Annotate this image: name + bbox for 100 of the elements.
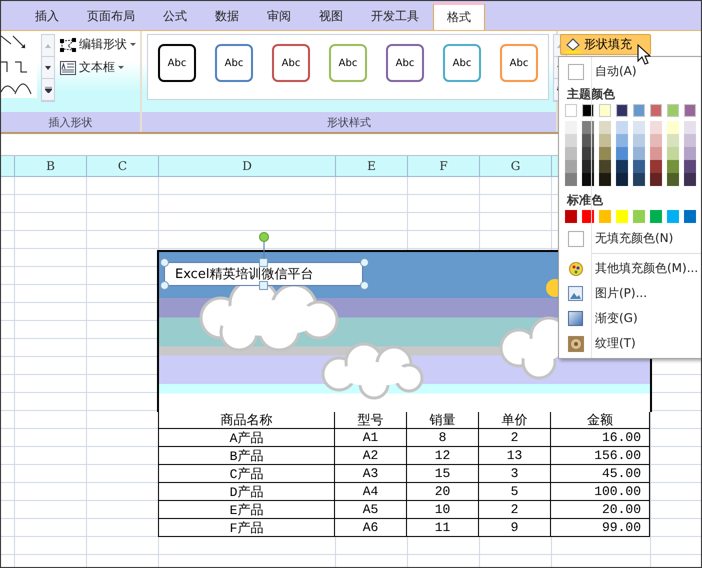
color-swatch[interactable] <box>582 134 594 147</box>
color-swatch[interactable] <box>684 210 696 223</box>
color-swatch[interactable] <box>633 121 645 134</box>
color-swatch[interactable] <box>582 160 594 173</box>
color-swatch[interactable] <box>616 210 628 223</box>
menu-item[interactable]: 自动(A) <box>559 59 701 84</box>
color-swatch[interactable] <box>633 147 645 160</box>
color-swatch[interactable] <box>565 134 577 147</box>
color-swatch[interactable] <box>565 104 577 117</box>
text-box-button[interactable]: 文本框 <box>59 57 137 78</box>
color-swatch[interactable] <box>565 147 577 160</box>
menu-item-label: 自动(A) <box>594 63 637 80</box>
color-swatch[interactable] <box>616 134 628 147</box>
color-swatch[interactable] <box>650 147 662 160</box>
column-header: C <box>87 156 159 177</box>
color-swatch[interactable] <box>633 210 645 223</box>
color-swatch[interactable] <box>650 104 662 117</box>
color-swatch[interactable] <box>616 147 628 160</box>
color-swatch[interactable] <box>616 160 628 173</box>
shape-style-option[interactable]: Abc <box>272 44 310 82</box>
color-swatch[interactable] <box>650 160 662 173</box>
color-swatch[interactable] <box>582 147 594 160</box>
shape-style-option[interactable]: Abc <box>329 44 367 82</box>
shape-style-option[interactable]: Abc <box>386 44 424 82</box>
menu-item[interactable]: 图片(P)... <box>559 281 701 306</box>
color-swatch[interactable] <box>633 104 645 117</box>
ribbon-tab[interactable]: 视图 <box>305 2 357 30</box>
color-swatch[interactable] <box>667 121 679 134</box>
shape-style-option[interactable]: Abc <box>158 44 196 82</box>
shape-style-option[interactable]: Abc <box>215 44 253 82</box>
table-cell: 8 <box>407 429 479 447</box>
shape-style-option[interactable]: Abc <box>443 44 481 82</box>
edit-shape-button[interactable]: 编辑形状 <box>59 34 137 55</box>
rotate-handle[interactable] <box>259 232 269 258</box>
table-cell: A6 <box>335 519 407 537</box>
color-swatch[interactable] <box>667 134 679 147</box>
table-cell: 10 <box>407 501 479 519</box>
resize-handle[interactable] <box>259 258 268 267</box>
color-swatch[interactable] <box>667 210 679 223</box>
color-swatch[interactable] <box>633 134 645 147</box>
color-swatch[interactable] <box>650 134 662 147</box>
color-swatch[interactable] <box>599 121 611 134</box>
shape-style-option[interactable]: Abc <box>500 44 538 82</box>
color-swatch[interactable] <box>684 160 696 173</box>
color-swatch[interactable] <box>684 173 696 186</box>
color-swatch[interactable] <box>650 210 662 223</box>
color-swatch[interactable] <box>599 104 611 117</box>
color-swatch[interactable] <box>565 160 577 173</box>
color-swatch[interactable] <box>616 104 628 117</box>
table-header-cell: 金额 <box>551 411 650 429</box>
color-swatch[interactable] <box>582 210 594 223</box>
ribbon-tab[interactable]: 公式 <box>149 2 201 30</box>
color-swatch[interactable] <box>684 134 696 147</box>
color-swatch[interactable] <box>667 160 679 173</box>
color-swatch[interactable] <box>650 173 662 186</box>
shape-fill-button[interactable]: 形状填充 <box>560 34 651 55</box>
gradient-square-icon <box>568 311 583 326</box>
menu-item[interactable]: 渐变(G) <box>559 306 701 331</box>
caret-up-icon <box>45 44 51 48</box>
resize-handle[interactable] <box>259 281 268 290</box>
color-swatch[interactable] <box>667 147 679 160</box>
table-cell: A产品 <box>158 429 335 447</box>
color-swatch[interactable] <box>684 104 696 117</box>
color-swatch[interactable] <box>565 173 577 186</box>
menu-item[interactable]: 无填充颜色(N) <box>559 226 701 251</box>
color-swatch[interactable] <box>582 104 594 117</box>
color-swatch[interactable] <box>599 147 611 160</box>
color-swatch[interactable] <box>582 173 594 186</box>
color-swatch[interactable] <box>667 173 679 186</box>
color-swatch[interactable] <box>667 104 679 117</box>
ribbon-tab[interactable]: 审阅 <box>253 2 305 30</box>
table-cell: 9 <box>479 519 551 537</box>
table-cell: 3 <box>479 465 551 483</box>
color-swatch[interactable] <box>582 121 594 134</box>
text-box[interactable]: Excel精英培训微信平台 <box>164 262 363 286</box>
caret-down-icon <box>118 66 124 70</box>
color-swatch[interactable] <box>650 121 662 134</box>
column-header: D <box>159 156 336 177</box>
ribbon-tab[interactable]: 开发工具 <box>357 2 433 30</box>
color-swatch[interactable] <box>565 121 577 134</box>
color-swatch[interactable] <box>599 173 611 186</box>
color-swatch[interactable] <box>684 121 696 134</box>
color-swatch[interactable] <box>616 121 628 134</box>
color-swatch[interactable] <box>633 173 645 186</box>
ribbon-tab[interactable]: 插入 <box>21 2 73 30</box>
color-swatch[interactable] <box>599 134 611 147</box>
section-heading: 主题颜色 <box>566 86 616 102</box>
color-swatch[interactable] <box>616 173 628 186</box>
ribbon-tab[interactable]: 数据 <box>201 2 253 30</box>
menu-item[interactable]: 其他填充颜色(M)... <box>559 256 701 281</box>
color-swatch[interactable] <box>599 160 611 173</box>
ribbon-tab[interactable]: 格式 <box>433 2 485 30</box>
color-swatch[interactable] <box>633 160 645 173</box>
color-swatch[interactable] <box>684 147 696 160</box>
color-swatch[interactable] <box>565 210 577 223</box>
ribbon-tab[interactable]: 页面布局 <box>73 2 149 30</box>
table-cell: 5 <box>479 483 551 501</box>
color-swatch[interactable] <box>599 210 611 223</box>
palette-icon <box>568 262 582 276</box>
menu-item[interactable]: 纹理(T) <box>559 331 701 356</box>
